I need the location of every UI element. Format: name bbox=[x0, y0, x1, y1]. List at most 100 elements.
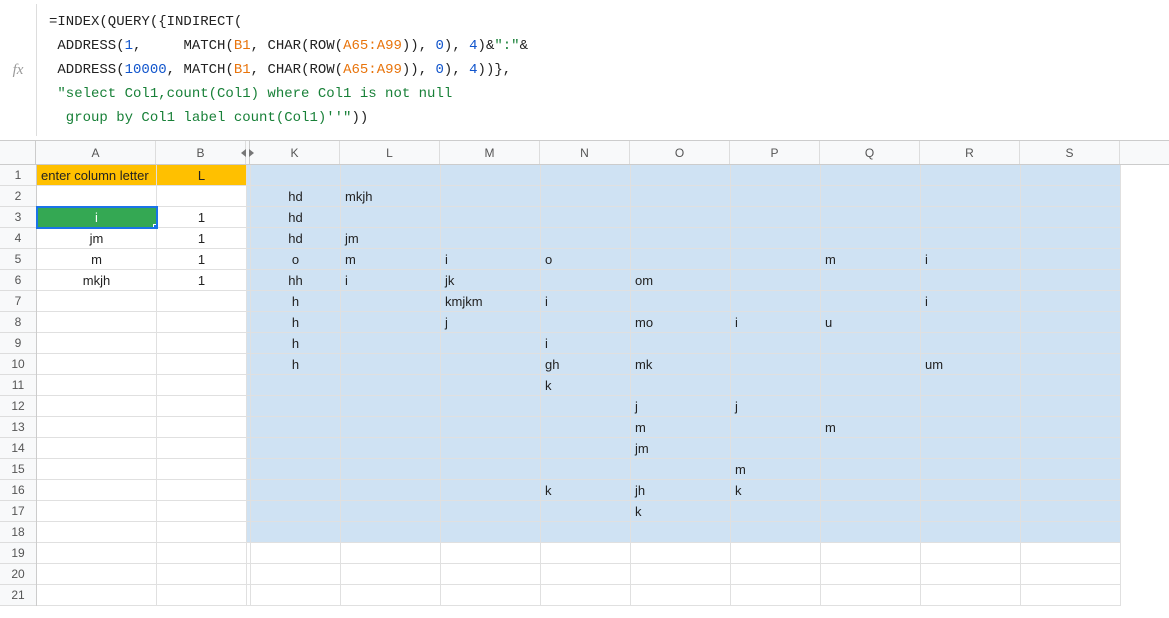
cell-K6[interactable]: hh bbox=[251, 270, 341, 291]
cell-S1[interactable] bbox=[1021, 165, 1121, 186]
row-header-16[interactable]: 16 bbox=[0, 480, 36, 501]
cell-Q13[interactable]: m bbox=[821, 417, 921, 438]
cell-K21[interactable] bbox=[251, 585, 341, 606]
row-header-13[interactable]: 13 bbox=[0, 417, 36, 438]
cell-N21[interactable] bbox=[541, 585, 631, 606]
column-header-N[interactable]: N bbox=[540, 141, 630, 164]
cell-P4[interactable] bbox=[731, 228, 821, 249]
cell-R1[interactable] bbox=[921, 165, 1021, 186]
cell-P9[interactable] bbox=[731, 333, 821, 354]
cell-S19[interactable] bbox=[1021, 543, 1121, 564]
cell-P21[interactable] bbox=[731, 585, 821, 606]
cell-S9[interactable] bbox=[1021, 333, 1121, 354]
cell-S10[interactable] bbox=[1021, 354, 1121, 375]
select-all-corner[interactable] bbox=[0, 141, 36, 164]
cell-R19[interactable] bbox=[921, 543, 1021, 564]
cell-M12[interactable] bbox=[441, 396, 541, 417]
cell-K12[interactable] bbox=[251, 396, 341, 417]
cell-R6[interactable] bbox=[921, 270, 1021, 291]
cell-S16[interactable] bbox=[1021, 480, 1121, 501]
cell-A14[interactable] bbox=[37, 438, 157, 459]
cell-K15[interactable] bbox=[251, 459, 341, 480]
cell-S5[interactable] bbox=[1021, 249, 1121, 270]
cell-N15[interactable] bbox=[541, 459, 631, 480]
column-header-Q[interactable]: Q bbox=[820, 141, 920, 164]
column-header-L[interactable]: L bbox=[340, 141, 440, 164]
cell-R5[interactable]: i bbox=[921, 249, 1021, 270]
cell-Q10[interactable] bbox=[821, 354, 921, 375]
cell-L4[interactable]: jm bbox=[341, 228, 441, 249]
cell-N14[interactable] bbox=[541, 438, 631, 459]
row-header-9[interactable]: 9 bbox=[0, 333, 36, 354]
cell-A11[interactable] bbox=[37, 375, 157, 396]
cell-O9[interactable] bbox=[631, 333, 731, 354]
cell-P3[interactable] bbox=[731, 207, 821, 228]
cell-S21[interactable] bbox=[1021, 585, 1121, 606]
cell-B4[interactable]: 1 bbox=[157, 228, 247, 249]
row-header-5[interactable]: 5 bbox=[0, 249, 36, 270]
cell-Q16[interactable] bbox=[821, 480, 921, 501]
cell-K1[interactable] bbox=[251, 165, 341, 186]
row-header-21[interactable]: 21 bbox=[0, 585, 36, 606]
cell-A8[interactable] bbox=[37, 312, 157, 333]
cell-Q12[interactable] bbox=[821, 396, 921, 417]
column-header-R[interactable]: R bbox=[920, 141, 1020, 164]
cell-N1[interactable] bbox=[541, 165, 631, 186]
cell-K7[interactable]: h bbox=[251, 291, 341, 312]
cell-S14[interactable] bbox=[1021, 438, 1121, 459]
cell-Q6[interactable] bbox=[821, 270, 921, 291]
cell-B21[interactable] bbox=[157, 585, 247, 606]
cell-K2[interactable]: hd bbox=[251, 186, 341, 207]
cell-P8[interactable]: i bbox=[731, 312, 821, 333]
cell-M4[interactable] bbox=[441, 228, 541, 249]
grid[interactable]: enter column letterLhdmkjhi1hdjm1hdjmm1o… bbox=[37, 165, 1121, 606]
cell-Q1[interactable] bbox=[821, 165, 921, 186]
cell-P6[interactable] bbox=[731, 270, 821, 291]
row-header-2[interactable]: 2 bbox=[0, 186, 36, 207]
cell-A9[interactable] bbox=[37, 333, 157, 354]
cell-S18[interactable] bbox=[1021, 522, 1121, 543]
column-header-B[interactable]: B bbox=[156, 141, 246, 164]
cell-O3[interactable] bbox=[631, 207, 731, 228]
cell-S17[interactable] bbox=[1021, 501, 1121, 522]
cell-M2[interactable] bbox=[441, 186, 541, 207]
cell-L3[interactable] bbox=[341, 207, 441, 228]
row-header-1[interactable]: 1 bbox=[0, 165, 36, 186]
row-header-20[interactable]: 20 bbox=[0, 564, 36, 585]
cell-P2[interactable] bbox=[731, 186, 821, 207]
cell-R7[interactable]: i bbox=[921, 291, 1021, 312]
cell-M9[interactable] bbox=[441, 333, 541, 354]
cell-A18[interactable] bbox=[37, 522, 157, 543]
cell-L16[interactable] bbox=[341, 480, 441, 501]
cell-R18[interactable] bbox=[921, 522, 1021, 543]
cell-O6[interactable]: om bbox=[631, 270, 731, 291]
cell-R14[interactable] bbox=[921, 438, 1021, 459]
cell-M8[interactable]: j bbox=[441, 312, 541, 333]
cell-B14[interactable] bbox=[157, 438, 247, 459]
cell-Q14[interactable] bbox=[821, 438, 921, 459]
row-header-12[interactable]: 12 bbox=[0, 396, 36, 417]
cell-L11[interactable] bbox=[341, 375, 441, 396]
cell-S7[interactable] bbox=[1021, 291, 1121, 312]
cell-A10[interactable] bbox=[37, 354, 157, 375]
cell-O15[interactable] bbox=[631, 459, 731, 480]
cell-A12[interactable] bbox=[37, 396, 157, 417]
cell-O21[interactable] bbox=[631, 585, 731, 606]
cell-N13[interactable] bbox=[541, 417, 631, 438]
cell-O14[interactable]: jm bbox=[631, 438, 731, 459]
cell-M16[interactable] bbox=[441, 480, 541, 501]
cell-Q3[interactable] bbox=[821, 207, 921, 228]
cell-B19[interactable] bbox=[157, 543, 247, 564]
cell-N10[interactable]: gh bbox=[541, 354, 631, 375]
cell-N12[interactable] bbox=[541, 396, 631, 417]
cell-B7[interactable] bbox=[157, 291, 247, 312]
cell-R16[interactable] bbox=[921, 480, 1021, 501]
row-header-14[interactable]: 14 bbox=[0, 438, 36, 459]
cell-B3[interactable]: 1 bbox=[157, 207, 247, 228]
cell-N2[interactable] bbox=[541, 186, 631, 207]
cell-P19[interactable] bbox=[731, 543, 821, 564]
cell-A21[interactable] bbox=[37, 585, 157, 606]
cell-S8[interactable] bbox=[1021, 312, 1121, 333]
cell-N8[interactable] bbox=[541, 312, 631, 333]
cell-B8[interactable] bbox=[157, 312, 247, 333]
